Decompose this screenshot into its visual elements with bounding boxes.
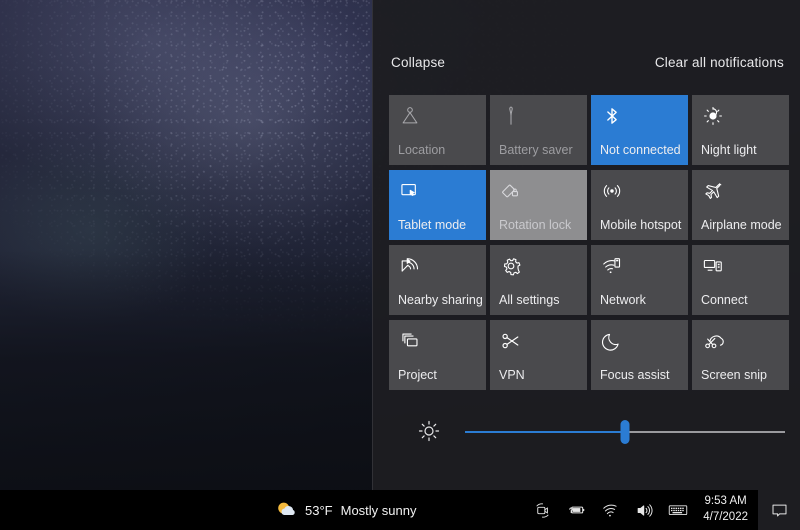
project-icon <box>398 329 422 353</box>
clock-date: 4/7/2022 <box>703 511 748 523</box>
action-center-header: Collapse Clear all notifications <box>373 56 800 70</box>
battery-saver-icon <box>499 104 523 128</box>
connect-icon <box>701 254 725 278</box>
quick-action-tile-screen-snip[interactable]: Screen snip <box>692 320 789 390</box>
weather-temperature: 53°F <box>305 502 333 518</box>
quick-action-tile-location[interactable]: Location <box>389 95 486 165</box>
quick-action-tile-battery-saver[interactable]: Battery saver <box>490 95 587 165</box>
network-icon <box>600 254 624 278</box>
clock-time: 9:53 AM <box>704 495 747 508</box>
quick-action-tile-all-settings[interactable]: All settings <box>490 245 587 315</box>
quick-action-tile-mobile-hotspot[interactable]: Mobile hotspot <box>591 170 688 240</box>
tablet-mode-icon <box>398 179 422 203</box>
volume-icon[interactable] <box>627 490 661 530</box>
quick-action-tile-focus-assist[interactable]: Focus assist <box>591 320 688 390</box>
meet-now-icon[interactable] <box>525 490 559 530</box>
wifi-icon[interactable] <box>593 490 627 530</box>
quick-action-tile-night-light[interactable]: Night light <box>692 95 789 165</box>
clock[interactable]: 9:53 AM 4/7/2022 <box>695 490 758 530</box>
touch-keyboard-icon[interactable] <box>661 490 695 530</box>
quick-action-tile-tablet-mode[interactable]: Tablet mode <box>389 170 486 240</box>
slider-thumb[interactable] <box>620 420 630 444</box>
quick-action-label: Tablet mode <box>398 219 467 233</box>
brightness-icon <box>417 419 443 445</box>
mobile-hotspot-icon <box>600 179 624 203</box>
slider-fill <box>465 431 625 433</box>
gear-icon <box>499 254 523 278</box>
screen-snip-icon <box>701 329 725 353</box>
quick-action-tile-nearby-sharing[interactable]: Nearby sharing <box>389 245 486 315</box>
quick-action-tile-vpn[interactable]: VPN <box>490 320 587 390</box>
clear-all-notifications-button[interactable]: Clear all notifications <box>655 56 784 70</box>
weather-widget[interactable]: 53°F Mostly sunny <box>275 490 416 530</box>
quick-action-label: VPN <box>499 369 525 383</box>
collapse-button[interactable]: Collapse <box>391 56 445 70</box>
taskbar: 53°F Mostly sunny 9:53 AM 4/7/2022 <box>0 490 800 530</box>
quick-action-label: Battery saver <box>499 144 573 158</box>
bluetooth-icon <box>600 104 624 128</box>
quick-action-tile-network[interactable]: Network <box>591 245 688 315</box>
action-center-panel: Collapse Clear all notifications Locatio… <box>372 0 800 490</box>
quick-action-label: Connect <box>701 294 748 308</box>
sun-behind-cloud-icon <box>275 499 297 521</box>
rotation-lock-icon <box>499 179 523 203</box>
brightness-slider[interactable] <box>465 420 785 444</box>
quick-action-label: Network <box>600 294 646 308</box>
quick-action-label: Location <box>398 144 446 158</box>
quick-action-tile-rotation-lock[interactable]: Rotation lock <box>490 170 587 240</box>
quick-action-tile-airplane-mode[interactable]: Airplane mode <box>692 170 789 240</box>
notification-icon[interactable] <box>758 490 800 530</box>
quick-action-label: All settings <box>499 294 560 308</box>
airplane-mode-icon <box>701 179 725 203</box>
quick-action-label: Not connected <box>600 144 681 158</box>
quick-action-tile-connect[interactable]: Connect <box>692 245 789 315</box>
brightness-slider-row <box>389 412 785 452</box>
vpn-icon <box>499 329 523 353</box>
quick-actions-grid: Location Battery saver Not connected Night … <box>389 95 789 390</box>
quick-action-label: Focus assist <box>600 369 670 383</box>
quick-action-label: Airplane mode <box>701 219 782 233</box>
screen: Collapse Clear all notifications Locatio… <box>0 0 800 530</box>
quick-action-tile-not-connected[interactable]: Not connected <box>591 95 688 165</box>
nearby-sharing-icon <box>398 254 422 278</box>
weather-condition: Mostly sunny <box>340 502 417 518</box>
location-icon <box>398 104 422 128</box>
quick-action-label: Night light <box>701 144 757 158</box>
quick-action-label: Mobile hotspot <box>600 219 682 233</box>
quick-action-label: Project <box>398 369 437 383</box>
quick-action-label: Rotation lock <box>499 219 572 233</box>
system-tray: 9:53 AM 4/7/2022 <box>525 490 800 530</box>
quick-action-label: Screen snip <box>701 369 768 383</box>
battery-icon[interactable] <box>559 490 593 530</box>
moon-icon <box>600 329 624 353</box>
quick-action-tile-project[interactable]: Project <box>389 320 486 390</box>
quick-action-label: Nearby sharing <box>398 294 482 308</box>
night-light-icon <box>701 104 725 128</box>
